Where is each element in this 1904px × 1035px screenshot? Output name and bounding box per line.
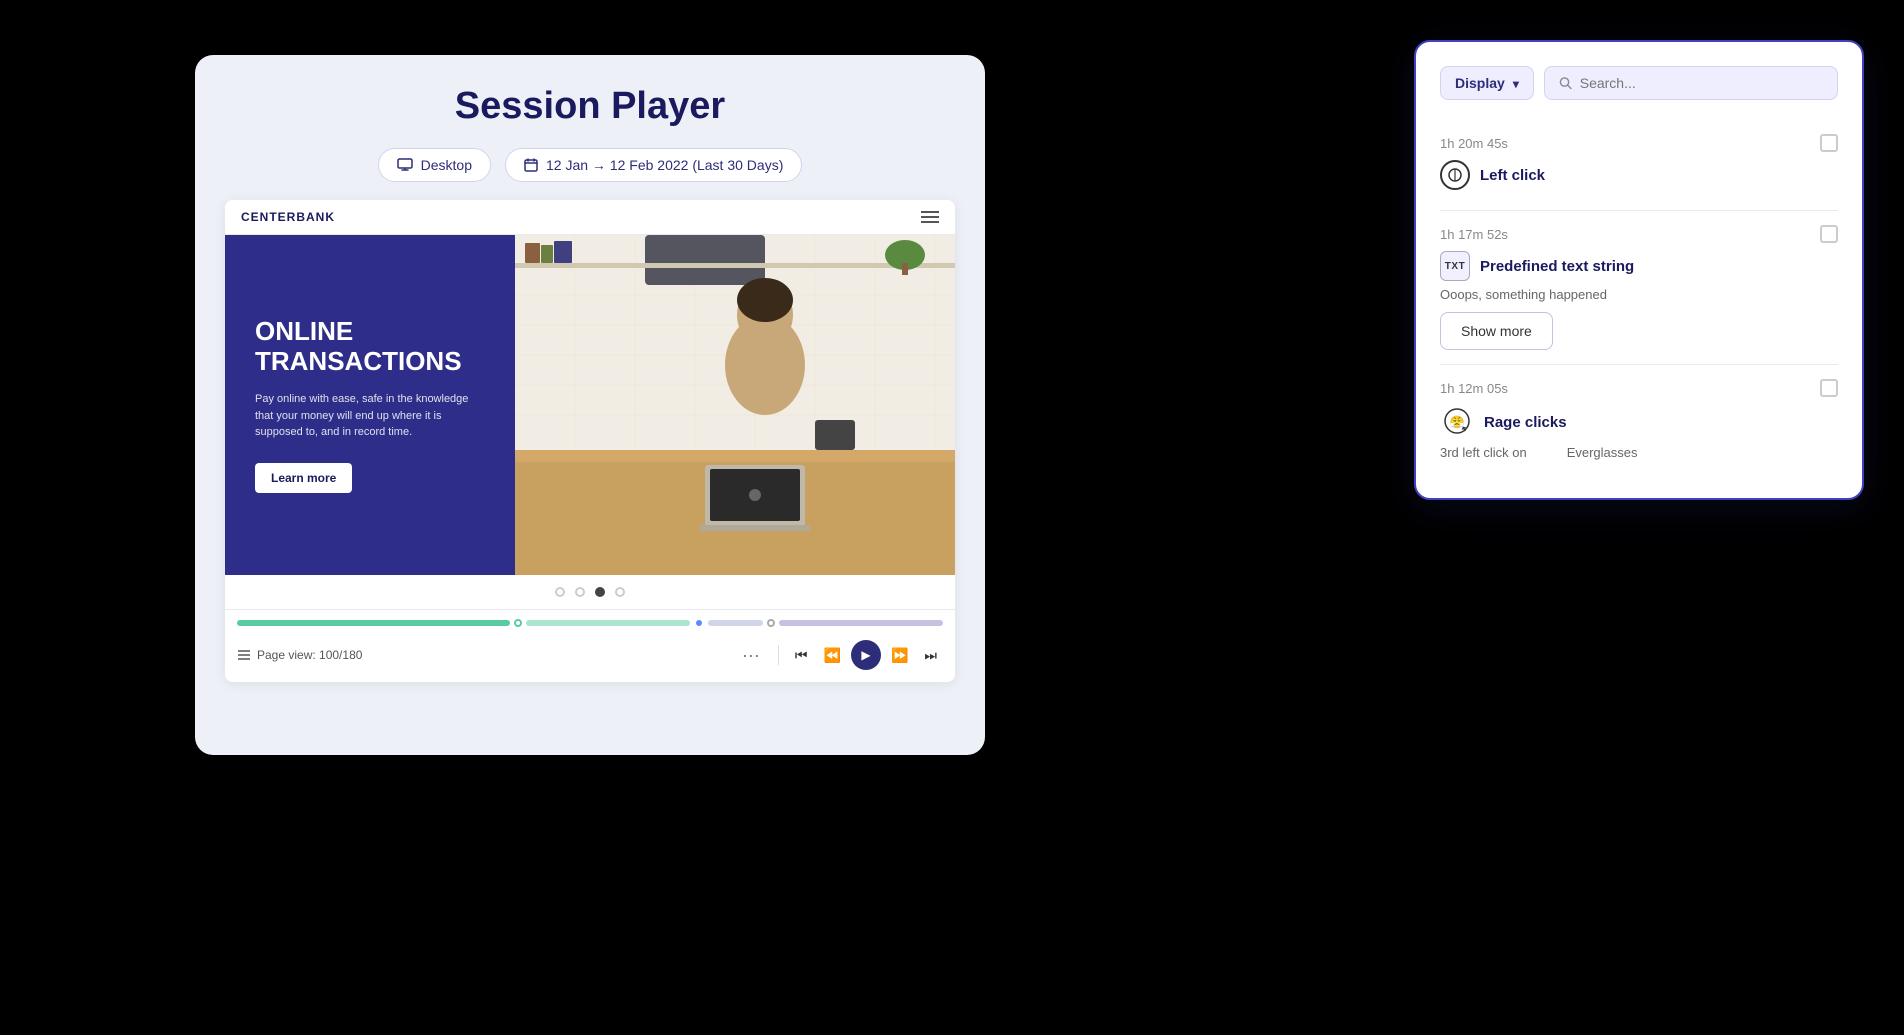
progress-marker-1: [514, 619, 522, 627]
event-checkbox-1[interactable]: [1820, 134, 1838, 152]
session-player-panel: Session Player Desktop 12 Jan → 12 Feb 2…: [195, 55, 985, 755]
event-item-left-click: 1h 20m 45s Left click: [1440, 120, 1838, 211]
search-icon: [1559, 76, 1572, 90]
skip-to-start-button[interactable]: ⏮: [789, 643, 814, 668]
event-checkbox-3[interactable]: [1820, 379, 1838, 397]
event-detail-2: Ooops, something happened: [1440, 287, 1838, 302]
event-time-2: 1h 17m 52s: [1440, 225, 1838, 243]
progress-seg-3: [708, 620, 763, 626]
skip-to-end-button[interactable]: ⏭: [918, 643, 943, 668]
progress-track: [237, 618, 943, 628]
search-input[interactable]: [1580, 75, 1823, 91]
event-checkbox-2[interactable]: [1820, 225, 1838, 243]
list-icon: [237, 649, 251, 661]
display-label: Display: [1455, 75, 1505, 91]
panel-toolbar: Display: [1440, 66, 1838, 100]
playback-controls: ··· ⏮ ⏪ ▶ ⏩ ⏭: [742, 640, 943, 670]
svg-text:😤: 😤: [1450, 415, 1465, 429]
progress-marker-2: [767, 619, 775, 627]
browser-header: CENTERBANK: [225, 200, 955, 235]
event-time-1: 1h 20m 45s: [1440, 134, 1838, 152]
event-item-text-string: 1h 17m 52s TXT Predefined text string Oo…: [1440, 211, 1838, 365]
calendar-icon: [524, 158, 538, 172]
carousel-dot-0[interactable]: [555, 587, 565, 597]
events-panel: Display 1h 20m 45s Left click: [1414, 40, 1864, 500]
event-type-1: Left click: [1440, 160, 1838, 190]
date-range-label: 12 Jan → 12 Feb 2022 (Last 30 Days): [546, 157, 783, 173]
progress-seg-4: [779, 620, 943, 626]
browser-frame: CENTERBANK ONLINETRANSACTIONS Pay online…: [225, 200, 955, 682]
carousel-dots: [225, 575, 955, 609]
hero-subtext: Pay online with ease, safe in the knowle…: [255, 391, 485, 441]
hamburger-menu[interactable]: [921, 211, 939, 223]
event-item-rage-clicks: 1h 12m 05s 😤 Rage clicks 3rd left click …: [1440, 365, 1838, 474]
controls-bar: Desktop 12 Jan → 12 Feb 2022 (Last 30 Da…: [378, 148, 803, 182]
learn-more-button[interactable]: Learn more: [255, 463, 352, 493]
click-icon: [1440, 160, 1470, 190]
date-range-selector[interactable]: 12 Jan → 12 Feb 2022 (Last 30 Days): [505, 148, 802, 182]
txt-icon: TXT: [1440, 251, 1470, 281]
rewind-button[interactable]: ⏪: [818, 643, 847, 668]
device-selector[interactable]: Desktop: [378, 148, 491, 182]
rage-detail-value: Everglasses: [1567, 445, 1638, 460]
display-dropdown[interactable]: Display: [1440, 66, 1534, 100]
progress-marker-current: [694, 618, 704, 628]
progress-seg-1: [237, 620, 510, 626]
page-view-label: Page view: 100/180: [257, 648, 362, 662]
carousel-dot-2[interactable]: [595, 587, 605, 597]
rage-click-detail: 3rd left click on Everglasses: [1440, 445, 1838, 460]
hero-left: ONLINETRANSACTIONS Pay online with ease,…: [225, 235, 515, 575]
event-type-2: TXT Predefined text string: [1440, 251, 1838, 281]
session-title: Session Player: [455, 85, 725, 128]
more-options-button[interactable]: ···: [742, 645, 760, 666]
chevron-down-icon: [1513, 75, 1519, 91]
player-controls: Page view: 100/180 ··· ⏮ ⏪ ▶ ⏩ ⏭: [237, 636, 943, 674]
progress-area: Page view: 100/180 ··· ⏮ ⏪ ▶ ⏩ ⏭: [225, 609, 955, 682]
hero-right: [515, 235, 955, 575]
event-type-3: 😤 Rage clicks: [1440, 405, 1838, 439]
hero-section: ONLINETRANSACTIONS Pay online with ease,…: [225, 235, 955, 575]
progress-seg-2: [526, 620, 690, 626]
desktop-icon: [397, 158, 413, 172]
hero-heading: ONLINETRANSACTIONS: [255, 317, 485, 377]
kitchen-image: [515, 235, 955, 575]
carousel-dot-3[interactable]: [615, 587, 625, 597]
play-button[interactable]: ▶: [851, 640, 881, 670]
fast-forward-button[interactable]: ⏩: [885, 643, 914, 668]
show-more-button[interactable]: Show more: [1440, 312, 1553, 350]
search-box: [1544, 66, 1838, 100]
device-label: Desktop: [421, 157, 472, 173]
event-time-3: 1h 12m 05s: [1440, 379, 1838, 397]
carousel-dot-1[interactable]: [575, 587, 585, 597]
page-view: Page view: 100/180: [237, 648, 362, 662]
brand-name: CENTERBANK: [241, 210, 335, 224]
rage-detail-label: 3rd left click on: [1440, 445, 1527, 460]
rage-icon: 😤: [1440, 405, 1474, 439]
